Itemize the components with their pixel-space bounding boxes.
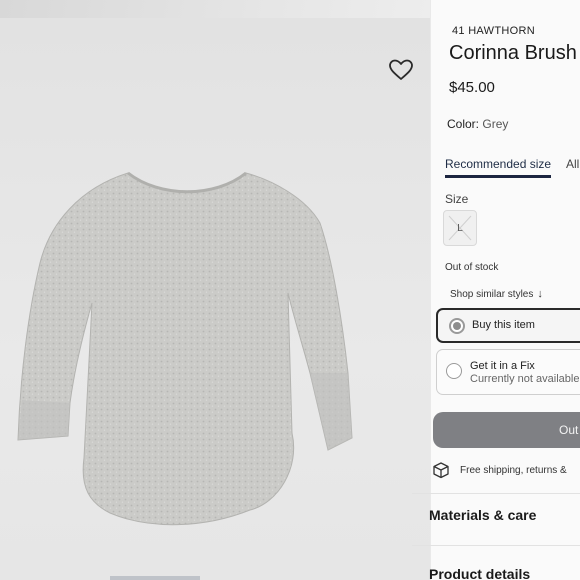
brand-name[interactable]: 41 HAWTHORN bbox=[452, 25, 535, 37]
size-option-label: L bbox=[457, 223, 463, 234]
screen: 41 HAWTHORN Corinna Brush $45.00 Color: … bbox=[0, 0, 580, 580]
section-materials-care[interactable]: Materials & care bbox=[429, 507, 536, 523]
tab-recommended-size[interactable]: Recommended size bbox=[445, 157, 551, 171]
heart-icon[interactable] bbox=[388, 58, 414, 82]
shop-similar-label: Shop similar styles bbox=[450, 289, 534, 300]
color-value: Grey bbox=[482, 117, 509, 131]
size-label: Size bbox=[445, 192, 469, 206]
product-title: Corinna Brush bbox=[449, 42, 577, 64]
option-get-in-fix[interactable]: Get it in a Fix Currently not available bbox=[436, 349, 580, 395]
stock-status: Out of stock bbox=[445, 262, 499, 273]
color-label: Color: bbox=[447, 117, 480, 131]
image-scroll-indicator[interactable] bbox=[110, 576, 200, 580]
shipping-info: Free shipping, returns & bbox=[460, 465, 567, 476]
divider bbox=[412, 493, 580, 494]
box-icon bbox=[433, 462, 449, 479]
out-of-stock-button[interactable]: Out bbox=[433, 412, 580, 448]
radio-unselected[interactable] bbox=[446, 363, 462, 379]
arrow-down-icon: ↓ bbox=[537, 288, 543, 300]
active-tab-indicator bbox=[445, 175, 551, 178]
option-fix-label: Get it in a Fix bbox=[470, 360, 535, 372]
option-fix-sublabel: Currently not available bbox=[470, 373, 580, 385]
product-image-pane bbox=[0, 18, 430, 580]
shop-similar-link[interactable]: Shop similar styles ↓ bbox=[450, 288, 543, 300]
product-image[interactable] bbox=[10, 168, 360, 538]
product-price: $45.00 bbox=[449, 79, 495, 96]
radio-selected[interactable] bbox=[449, 318, 465, 334]
divider bbox=[412, 545, 580, 546]
size-option-l[interactable]: L bbox=[443, 210, 477, 246]
cta-label: Out bbox=[559, 423, 579, 437]
tab-all-sizes[interactable]: All bbox=[566, 157, 579, 171]
option-buy-label: Buy this item bbox=[472, 319, 535, 331]
section-product-details[interactable]: Product details bbox=[429, 566, 530, 580]
color-row: Color: Grey bbox=[447, 117, 508, 131]
option-buy-item[interactable]: Buy this item bbox=[436, 308, 580, 343]
